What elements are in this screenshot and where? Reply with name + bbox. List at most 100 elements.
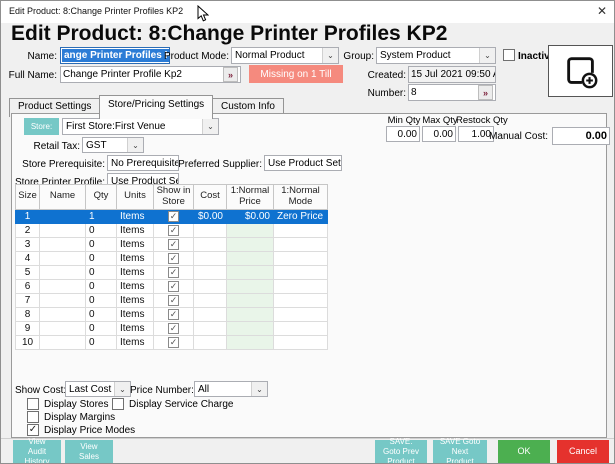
size-cell[interactable]: 2 [16, 223, 40, 237]
normal-mode-cell[interactable] [274, 279, 328, 293]
show-in-store-checkbox[interactable]: ✓ [168, 309, 179, 320]
normal-price-cell[interactable] [227, 335, 274, 349]
show-in-store-cell[interactable]: ✓ [154, 293, 194, 307]
name-cell[interactable] [40, 307, 86, 321]
cancel-button[interactable]: Cancel [557, 440, 609, 463]
name-input[interactable]: ange Printer Profiles KP2 [60, 47, 170, 64]
table-row[interactable]: 6 0Items ✓ [16, 279, 328, 293]
show-in-store-cell[interactable]: ✓ [154, 251, 194, 265]
cost-cell[interactable] [194, 321, 227, 335]
cost-cell[interactable] [194, 237, 227, 251]
display-stores-checkbox[interactable] [27, 398, 39, 410]
units-cell[interactable]: Items [117, 307, 154, 321]
normal-price-cell[interactable] [227, 251, 274, 265]
units-cell[interactable]: Items [117, 321, 154, 335]
show-in-store-cell[interactable]: ✓ [154, 279, 194, 293]
store-select[interactable]: First Store:First Venue ⌄ [62, 118, 219, 135]
name-cell[interactable] [40, 265, 86, 279]
qty-cell[interactable]: 0 [86, 335, 117, 349]
manual-cost-input[interactable]: 0.00 [552, 127, 610, 145]
normal-price-cell[interactable] [227, 279, 274, 293]
units-cell[interactable]: Items [117, 279, 154, 293]
close-icon[interactable]: ✕ [597, 4, 607, 18]
qty-cell[interactable]: 0 [86, 279, 117, 293]
units-cell[interactable]: Items [117, 265, 154, 279]
size-cell[interactable]: 3 [16, 237, 40, 251]
normal-mode-cell[interactable] [274, 307, 328, 321]
normal-price-cell[interactable] [227, 265, 274, 279]
normal-mode-cell[interactable] [274, 237, 328, 251]
cost-cell[interactable] [194, 279, 227, 293]
qty-cell[interactable]: 0 [86, 251, 117, 265]
show-in-store-cell[interactable]: ✓ [154, 307, 194, 321]
cost-cell[interactable] [194, 307, 227, 321]
store-prerequisite-select[interactable]: No Prerequisite ⌄ [107, 155, 179, 171]
table-row[interactable]: 90Items✓ [16, 321, 328, 335]
name-cell[interactable] [40, 223, 86, 237]
name-cell[interactable] [40, 279, 86, 293]
normal-price-cell[interactable]: $0.00 [227, 209, 274, 223]
qty-cell[interactable]: 0 [86, 293, 117, 307]
qty-cell[interactable]: 1 [86, 209, 117, 223]
name-cell[interactable] [40, 293, 86, 307]
product-mode-select[interactable]: Normal Product ⌄ [231, 47, 339, 64]
min-qty-input[interactable]: 0.00 [386, 126, 420, 142]
normal-price-cell[interactable] [227, 293, 274, 307]
normal-price-cell[interactable] [227, 321, 274, 335]
normal-mode-cell[interactable] [274, 293, 328, 307]
normal-mode-cell[interactable] [274, 251, 328, 265]
name-cell[interactable] [40, 321, 86, 335]
size-cell[interactable]: 7 [16, 293, 40, 307]
group-select[interactable]: System Product ⌄ [376, 47, 496, 64]
cost-cell[interactable] [194, 223, 227, 237]
units-cell[interactable]: Items [117, 335, 154, 349]
units-cell[interactable]: Items [117, 209, 154, 223]
column-header[interactable]: 1:Normal Price [227, 185, 274, 210]
normal-price-cell[interactable] [227, 223, 274, 237]
size-cell[interactable]: 1 [16, 209, 40, 223]
table-row[interactable]: 30Items✓ [16, 237, 328, 251]
store-button[interactable]: Store: [24, 118, 59, 135]
name-cell[interactable] [40, 209, 86, 223]
tab-store-pricing-settings[interactable]: Store/Pricing Settings [99, 95, 213, 119]
save-goto-next-product-button[interactable]: SAVE Goto Next Product [433, 440, 487, 463]
column-header[interactable]: 1:Normal Mode [274, 185, 328, 210]
name-cell[interactable] [40, 335, 86, 349]
column-header[interactable]: Units [117, 185, 154, 210]
view-audit-history-button[interactable]: View Audit History [13, 440, 61, 463]
display-service-charge-checkbox[interactable] [112, 398, 124, 410]
table-row[interactable]: 40Items✓ [16, 251, 328, 265]
display-price-modes-checkbox[interactable]: ✓ [27, 424, 39, 436]
size-cell[interactable]: 10 [16, 335, 40, 349]
inactive-checkbox[interactable] [503, 49, 515, 61]
cost-cell[interactable] [194, 293, 227, 307]
duplicate-product-button[interactable] [548, 45, 613, 97]
column-header[interactable]: Show in Store [154, 185, 194, 210]
save-goto-prev-product-button[interactable]: SAVE. Goto Prev Product [375, 440, 427, 463]
number-input[interactable]: 8 » [408, 84, 496, 101]
show-in-store-checkbox[interactable]: ✓ [168, 337, 179, 348]
table-row[interactable]: 10 0Items ✓ [16, 335, 328, 349]
normal-price-cell[interactable] [227, 237, 274, 251]
price-number-select[interactable]: All ⌄ [194, 381, 268, 397]
size-cell[interactable]: 6 [16, 279, 40, 293]
show-in-store-checkbox[interactable]: ✓ [168, 323, 179, 334]
table-row[interactable]: 50Items✓ [16, 265, 328, 279]
name-cell[interactable] [40, 251, 86, 265]
cost-cell[interactable]: $0.00 [194, 209, 227, 223]
cost-cell[interactable] [194, 265, 227, 279]
view-sales-button[interactable]: View Sales [65, 440, 113, 463]
units-cell[interactable]: Items [117, 223, 154, 237]
table-row[interactable]: 80Items✓ [16, 307, 328, 321]
show-in-store-checkbox[interactable]: ✓ [168, 281, 179, 292]
units-cell[interactable]: Items [117, 251, 154, 265]
table-row[interactable]: 11Items✓$0.00$0.00Zero Price [16, 209, 328, 223]
qty-cell[interactable]: 0 [86, 307, 117, 321]
column-header[interactable]: Cost [194, 185, 227, 210]
show-in-store-cell[interactable]: ✓ [154, 335, 194, 349]
expand-icon[interactable]: » [223, 67, 238, 82]
max-qty-input[interactable]: 0.00 [422, 126, 456, 142]
show-in-store-cell[interactable]: ✓ [154, 237, 194, 251]
normal-mode-cell[interactable] [274, 335, 328, 349]
ok-button[interactable]: OK [498, 440, 550, 463]
